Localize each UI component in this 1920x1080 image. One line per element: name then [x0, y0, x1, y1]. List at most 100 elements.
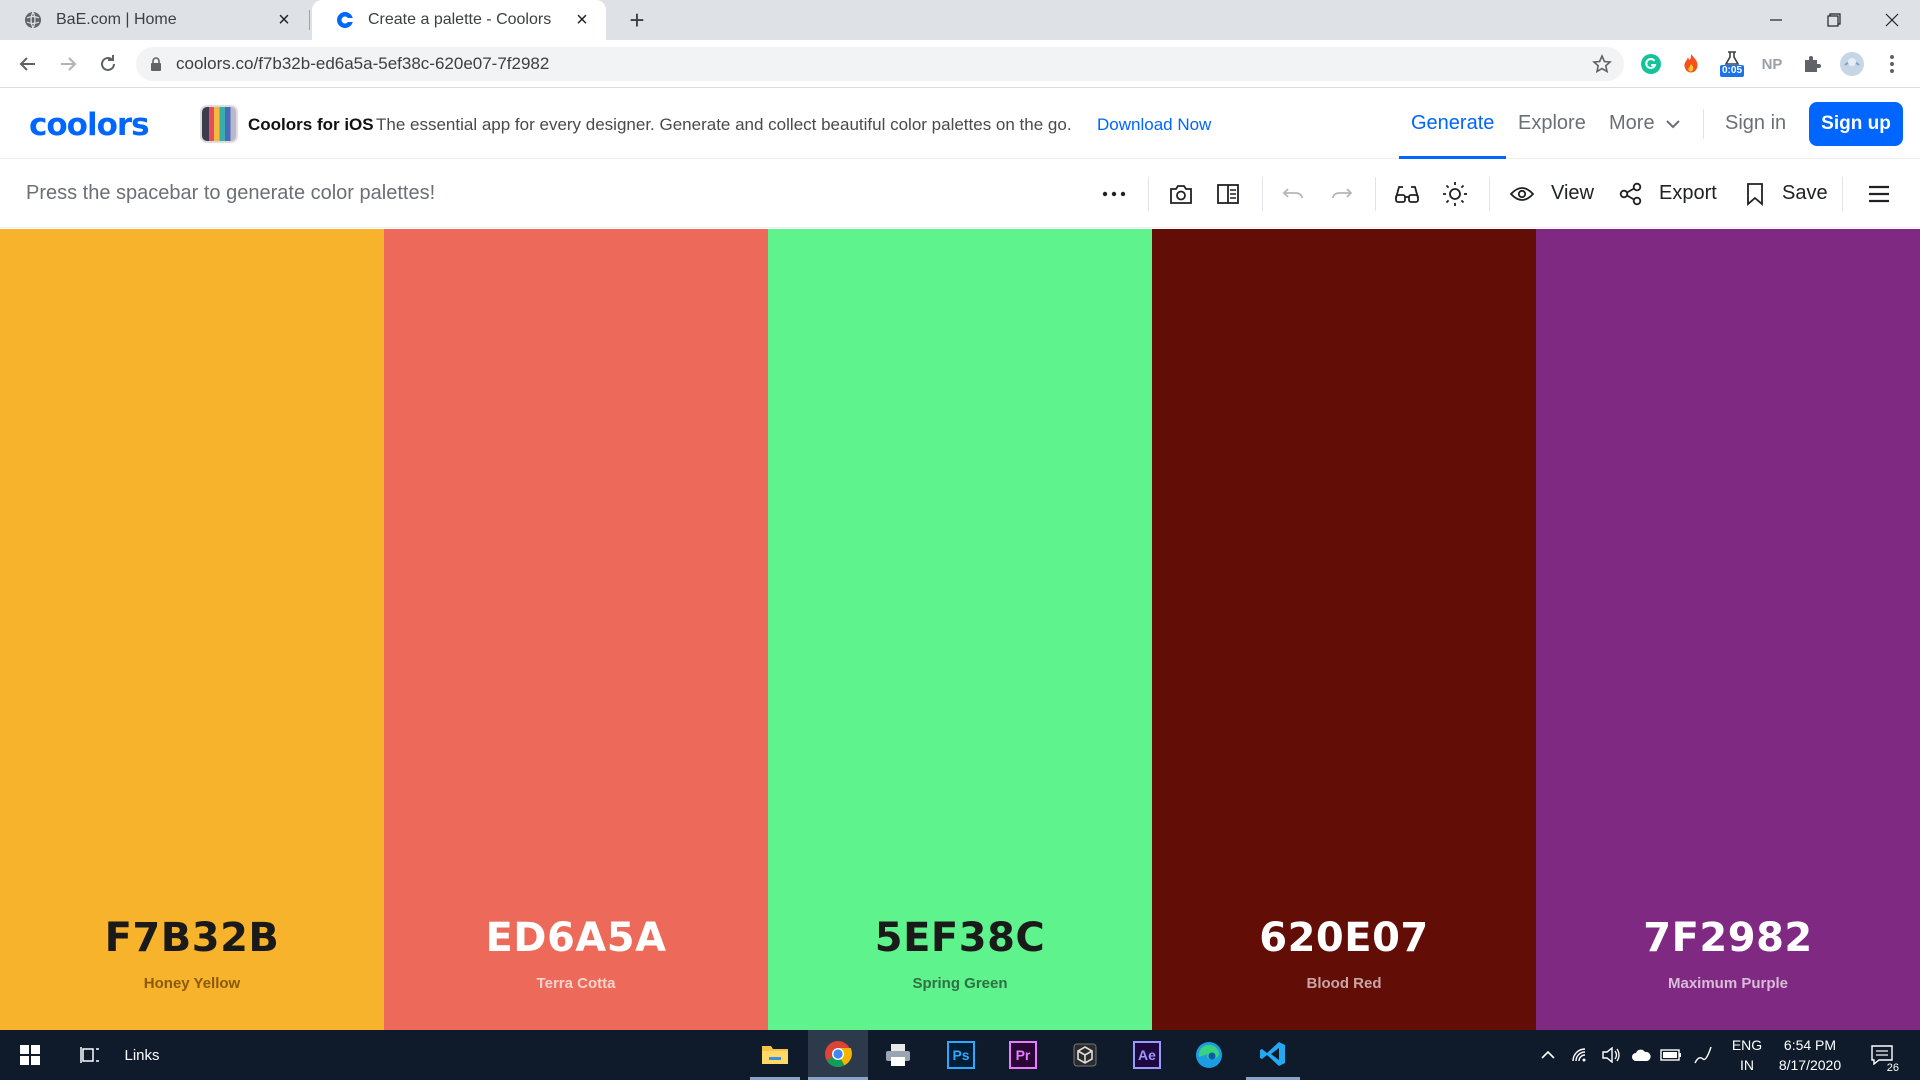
view-button[interactable]: View: [1551, 182, 1594, 205]
color-hex[interactable]: 620E07: [1152, 915, 1536, 961]
eye-icon[interactable]: [1505, 177, 1539, 211]
forward-button[interactable]: [52, 48, 84, 80]
more-options-icon[interactable]: [1097, 177, 1131, 211]
fire-extension-icon[interactable]: [1677, 50, 1705, 78]
globe-icon: [24, 11, 42, 29]
profile-avatar-icon[interactable]: [1838, 50, 1866, 78]
extensions-puzzle-icon[interactable]: [1798, 50, 1826, 78]
chevron-down-icon: [1665, 119, 1680, 128]
windows-start-icon[interactable]: [8, 1030, 52, 1080]
hamburger-menu-icon[interactable]: [1862, 177, 1896, 211]
coolors-logo[interactable]: coolors: [29, 107, 150, 143]
unity-icon[interactable]: [1060, 1030, 1110, 1080]
pen-icon[interactable]: [1690, 1030, 1716, 1080]
color-swatch[interactable]: 7F2982 Maximum Purple: [1536, 229, 1920, 1030]
toolbar-divider: [1489, 177, 1490, 211]
reload-button[interactable]: [92, 48, 124, 80]
url-text: coolors.co/f7b32b-ed6a5a-5ef38c-620e07-7…: [176, 54, 550, 73]
clock-date: 8/17/2020: [1778, 1057, 1842, 1073]
tab-separator: [309, 10, 310, 30]
new-tab-button[interactable]: +: [622, 5, 652, 35]
split-view-icon[interactable]: [1211, 177, 1245, 211]
vscode-icon[interactable]: [1246, 1030, 1300, 1080]
browser-toolbar: coolors.co/f7b32b-ed6a5a-5ef38c-620e07-7…: [0, 40, 1920, 88]
premiere-icon[interactable]: Pr: [998, 1030, 1048, 1080]
nav-generate[interactable]: Generate: [1411, 112, 1494, 135]
site-header: coolors Coolors for iOS The essential ap…: [0, 89, 1920, 159]
nav-active-indicator: [1399, 156, 1506, 159]
save-button[interactable]: Save: [1782, 182, 1828, 205]
color-hex[interactable]: 5EF38C: [768, 915, 1152, 961]
chevron-up-icon[interactable]: [1536, 1030, 1560, 1080]
share-icon[interactable]: [1614, 177, 1648, 211]
photoshop-label: Ps: [947, 1041, 975, 1069]
notifications-icon[interactable]: 26: [1862, 1030, 1902, 1080]
download-now-link[interactable]: Download Now: [1097, 115, 1211, 135]
ios-app-thumbnail: [200, 105, 238, 143]
bookmark-star-icon[interactable]: [1588, 50, 1616, 78]
nav-more[interactable]: More: [1609, 112, 1681, 135]
input-language[interactable]: ENG IN: [1724, 1035, 1770, 1075]
spacebar-hint: Press the spacebar to generate color pal…: [26, 182, 436, 204]
color-swatch[interactable]: ED6A5A Terra Cotta: [384, 229, 768, 1030]
clock[interactable]: 6:54 PM 8/17/2020: [1770, 1035, 1850, 1075]
np-extension-icon[interactable]: NP: [1758, 50, 1786, 78]
close-icon[interactable]: ×: [274, 9, 294, 31]
chrome-icon[interactable]: [808, 1030, 868, 1080]
color-name[interactable]: Spring Green: [768, 975, 1152, 992]
battery-icon[interactable]: [1658, 1030, 1684, 1080]
after-effects-icon[interactable]: Ae: [1122, 1030, 1172, 1080]
grammarly-icon[interactable]: [1637, 50, 1665, 78]
color-name[interactable]: Terra Cotta: [384, 975, 768, 992]
color-swatch[interactable]: 5EF38C Spring Green: [768, 229, 1152, 1030]
brightness-icon[interactable]: [1438, 177, 1472, 211]
timer-extension-icon[interactable]: 0:05: [1718, 50, 1746, 78]
links-toolbar[interactable]: Links: [122, 1030, 162, 1080]
color-hex[interactable]: 7F2982: [1536, 915, 1920, 961]
nav-explore[interactable]: Explore: [1518, 112, 1586, 135]
region-label: IN: [1740, 1057, 1754, 1073]
browser-menu-icon[interactable]: [1878, 50, 1906, 78]
close-icon[interactable]: ×: [572, 9, 592, 31]
file-explorer-icon[interactable]: [750, 1030, 800, 1080]
toolbar-divider: [1262, 177, 1263, 211]
redo-icon[interactable]: [1325, 177, 1359, 211]
color-hex[interactable]: ED6A5A: [384, 915, 768, 961]
task-view-icon[interactable]: [68, 1030, 112, 1080]
color-name[interactable]: Blood Red: [1152, 975, 1536, 992]
export-button[interactable]: Export: [1659, 182, 1717, 205]
color-swatch[interactable]: F7B32B Honey Yellow: [0, 229, 384, 1030]
minimize-button[interactable]: [1746, 0, 1806, 40]
tab-coolors[interactable]: Create a palette - Coolors ×: [312, 0, 606, 40]
camera-icon[interactable]: [1164, 177, 1198, 211]
photoshop-icon[interactable]: Ps: [936, 1030, 986, 1080]
lock-icon: [150, 57, 162, 71]
printer-icon[interactable]: [873, 1030, 923, 1080]
tab-title: Create a palette - Coolors: [368, 11, 552, 28]
clock-time: 6:54 PM: [1783, 1037, 1837, 1053]
toolbar-divider: [1842, 177, 1843, 211]
arrow-left-icon: [19, 57, 35, 71]
address-bar[interactable]: coolors.co/f7b32b-ed6a5a-5ef38c-620e07-7…: [136, 47, 1624, 81]
color-hex[interactable]: F7B32B: [0, 915, 384, 961]
bookmark-icon[interactable]: [1738, 177, 1772, 211]
sign-up-button[interactable]: Sign up: [1809, 102, 1903, 146]
color-name[interactable]: Honey Yellow: [0, 975, 384, 992]
reload-icon: [101, 55, 115, 71]
arrow-right-icon: [61, 57, 77, 71]
color-name[interactable]: Maximum Purple: [1536, 975, 1920, 992]
sign-in-link[interactable]: Sign in: [1725, 112, 1786, 135]
edge-icon[interactable]: [1184, 1030, 1234, 1080]
restore-button[interactable]: [1804, 0, 1864, 40]
timer-badge: 0:05: [1719, 65, 1744, 77]
back-button[interactable]: [12, 48, 44, 80]
close-window-button[interactable]: [1862, 0, 1920, 40]
tab-bae-home[interactable]: BaE.com | Home ×: [0, 0, 308, 40]
cloud-icon[interactable]: [1628, 1030, 1654, 1080]
glasses-icon[interactable]: [1390, 177, 1424, 211]
color-swatch[interactable]: 620E07 Blood Red: [1152, 229, 1536, 1030]
toolbar-divider: [1375, 177, 1376, 211]
wifi-icon[interactable]: [1568, 1030, 1594, 1080]
undo-icon[interactable]: [1276, 177, 1310, 211]
volume-icon[interactable]: [1598, 1030, 1624, 1080]
